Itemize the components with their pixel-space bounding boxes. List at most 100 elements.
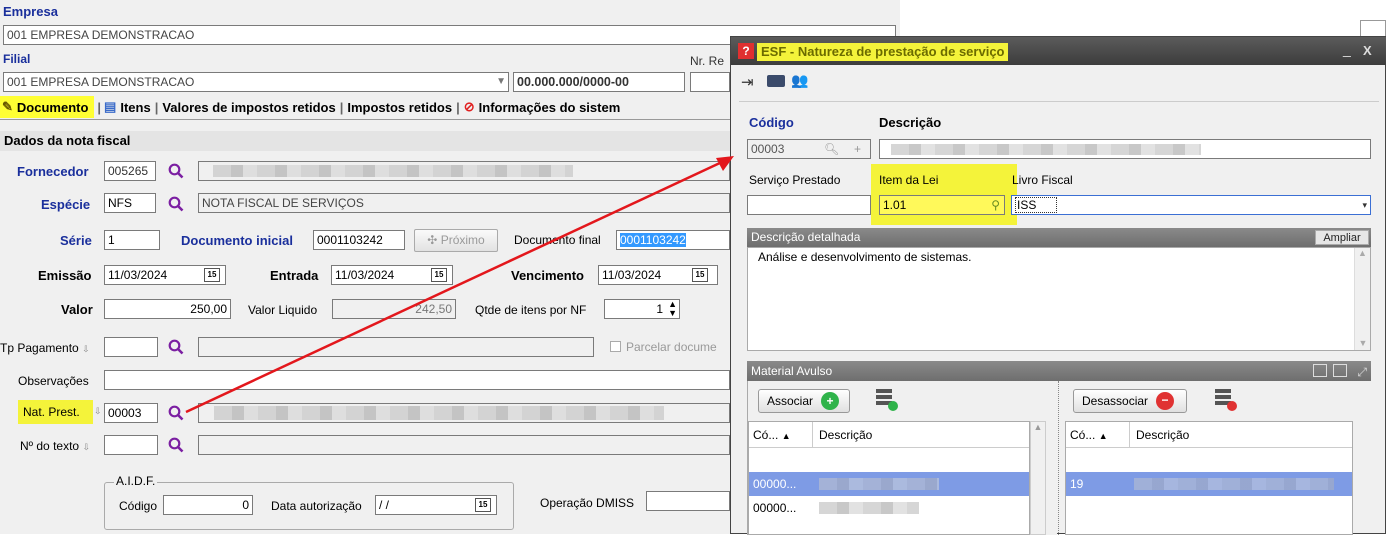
table-row[interactable]: 19 (1066, 472, 1352, 496)
chevron-down-icon[interactable]: ▾ (1362, 196, 1367, 214)
table-row[interactable] (749, 448, 1029, 472)
tp-pagamento-text: Tp Pagamento (0, 341, 79, 355)
item-lei-value: 1.01 (883, 198, 907, 212)
valor-liquido-label: Valor Liquido (248, 303, 318, 317)
scrollbar[interactable]: ▲ (1030, 421, 1046, 535)
tp-pagamento-label: Tp Pagamento ⇩ (0, 341, 90, 355)
app-logo-icon: ? (738, 43, 754, 59)
aidf-codigo-field[interactable]: 0 (163, 495, 253, 515)
livro-fiscal-label: Livro Fiscal (1012, 173, 1073, 187)
tp-pagamento-field[interactable] (104, 337, 158, 357)
servico-prestado-field[interactable] (747, 195, 871, 215)
fornecedor-code-field[interactable]: 005265 (104, 161, 156, 181)
nr-texto-field[interactable] (104, 435, 158, 455)
scroll-up-icon[interactable]: ▲ (1355, 248, 1370, 258)
search-icon[interactable] (168, 163, 184, 179)
redacted-text (1134, 478, 1334, 490)
tab-informacoes[interactable]: ⊘ Informações do sistem (464, 99, 621, 115)
table-row[interactable] (1066, 448, 1352, 472)
doc-inicial-label: Documento inicial (181, 233, 293, 248)
spinner-icon[interactable]: ▲ ▼ (668, 300, 677, 318)
search-icon[interactable] (168, 196, 184, 212)
calendar-icon[interactable]: 15 (475, 498, 491, 512)
tab-impostos-retidos[interactable]: Impostos retidos (347, 100, 452, 115)
col-codigo[interactable]: Có... ▲ (1066, 422, 1130, 447)
calendar-icon[interactable]: 15 (204, 268, 220, 282)
qtde-field[interactable]: 1 ▲ ▼ (604, 299, 680, 319)
table-row[interactable]: 00000... (749, 496, 1029, 520)
search-icon[interactable]: 🔍︎ (824, 140, 839, 158)
tab-valores-impostos[interactable]: Valores de impostos retidos (162, 100, 335, 115)
close-icon[interactable]: X (1363, 43, 1372, 58)
remove-list-icon[interactable] (1215, 389, 1237, 411)
cnpj-field[interactable]: 00.000.000/0000-00 (513, 72, 685, 92)
associar-button[interactable]: Associar + (758, 389, 850, 413)
minimize-icon[interactable]: _ (1343, 41, 1351, 57)
valor-field[interactable]: 250,00 (104, 299, 231, 319)
ampliar-button[interactable]: Ampliar (1315, 230, 1369, 245)
redacted-text (819, 502, 919, 514)
col-codigo[interactable]: Có... ▲ (749, 422, 813, 447)
expand-icon[interactable]: ⤢ (1357, 362, 1367, 382)
nr-label: Nr. Re (690, 54, 725, 68)
nat-prest-label: Nat. Prest. (18, 400, 93, 424)
grid-view-icon[interactable] (1333, 364, 1347, 377)
search-icon[interactable] (168, 405, 184, 421)
associar-label: Associar (767, 394, 814, 408)
vencimento-value: 11/03/2024 (602, 268, 662, 282)
livro-fiscal-select[interactable]: ISS ▾ (1011, 195, 1371, 215)
scroll-up-icon[interactable]: ▲ (1031, 422, 1045, 432)
scrollbar[interactable]: ▲ ▼ (1354, 248, 1370, 350)
material-avulso-header: Material Avulso ⤢ (747, 361, 1371, 381)
doc-final-value: 0001103242 (620, 233, 686, 247)
valor-liquido-field: 242,50 (332, 299, 456, 319)
observacoes-field[interactable] (104, 370, 730, 390)
calendar-icon[interactable]: 15 (692, 268, 708, 282)
redacted-text (891, 144, 1201, 155)
parcelar-checkbox[interactable] (610, 341, 621, 352)
splitter[interactable] (1058, 381, 1062, 535)
fornecedor-label: Fornecedor (17, 164, 89, 179)
users-icon[interactable]: 👥 (791, 72, 808, 89)
add-icon[interactable]: + (854, 140, 861, 158)
add-list-icon[interactable] (876, 389, 898, 411)
entrada-label: Entrada (270, 268, 319, 283)
col-descricao[interactable]: Descrição (813, 422, 872, 447)
tab-itens[interactable]: ▤ Itens (104, 99, 151, 115)
doc-inicial-field[interactable]: 0001103242 (313, 230, 405, 250)
col-descricao[interactable]: Descrição (1130, 422, 1189, 447)
proximo-button[interactable]: ✣ Próximo (414, 229, 498, 252)
col-codigo-label: Có... (1070, 428, 1096, 442)
descricao-detalhada-textarea[interactable]: Análise e desenvolvimento de sistemas. ▲… (747, 247, 1371, 351)
codigo-field[interactable]: 00003 🔍︎ + (747, 139, 871, 159)
search-icon[interactable] (168, 339, 184, 355)
desassociar-button[interactable]: Desassociar − (1073, 389, 1187, 413)
especie-desc-field[interactable]: NOTA FISCAL DE SERVIÇOS (198, 193, 730, 213)
card-icon[interactable] (767, 75, 785, 87)
especie-code-field[interactable]: NFS (104, 193, 156, 213)
nr-field[interactable] (690, 72, 730, 92)
filial-select[interactable]: 001 EMPRESA DEMONSTRACAO ▼ (3, 72, 509, 92)
nat-prest-field[interactable]: 00003 (104, 403, 158, 423)
chevron-down-icon[interactable]: ▼ (496, 73, 506, 91)
search-icon[interactable] (168, 437, 184, 453)
search-icon[interactable]: ⚲ (991, 196, 1000, 214)
table-row[interactable]: 00000... (749, 472, 1029, 496)
serie-field[interactable]: 1 (104, 230, 160, 250)
edit-list-icon: ▤ (104, 99, 117, 114)
codigo-label: Código (749, 115, 794, 130)
export-icon[interactable]: ⇥ (741, 73, 754, 91)
calendar-icon[interactable]: 15 (431, 268, 447, 282)
item-lei-field[interactable]: 1.01 ⚲ (879, 195, 1005, 215)
row-code: 19 (1070, 477, 1084, 491)
vencimento-label: Vencimento (511, 268, 584, 283)
doc-final-field[interactable]: 0001103242 (616, 230, 730, 250)
filial-label: Filial (3, 52, 31, 66)
operacao-dmiss-field[interactable] (646, 491, 730, 511)
list-view-icon[interactable] (1313, 364, 1327, 377)
scroll-down-icon[interactable]: ▼ (1355, 338, 1371, 348)
tab-documento[interactable]: ✎ Documento (0, 96, 95, 118)
servico-prestado-label: Serviço Prestado (749, 173, 841, 187)
proximo-label: Próximo (440, 233, 485, 247)
especie-label: Espécie (41, 197, 91, 212)
